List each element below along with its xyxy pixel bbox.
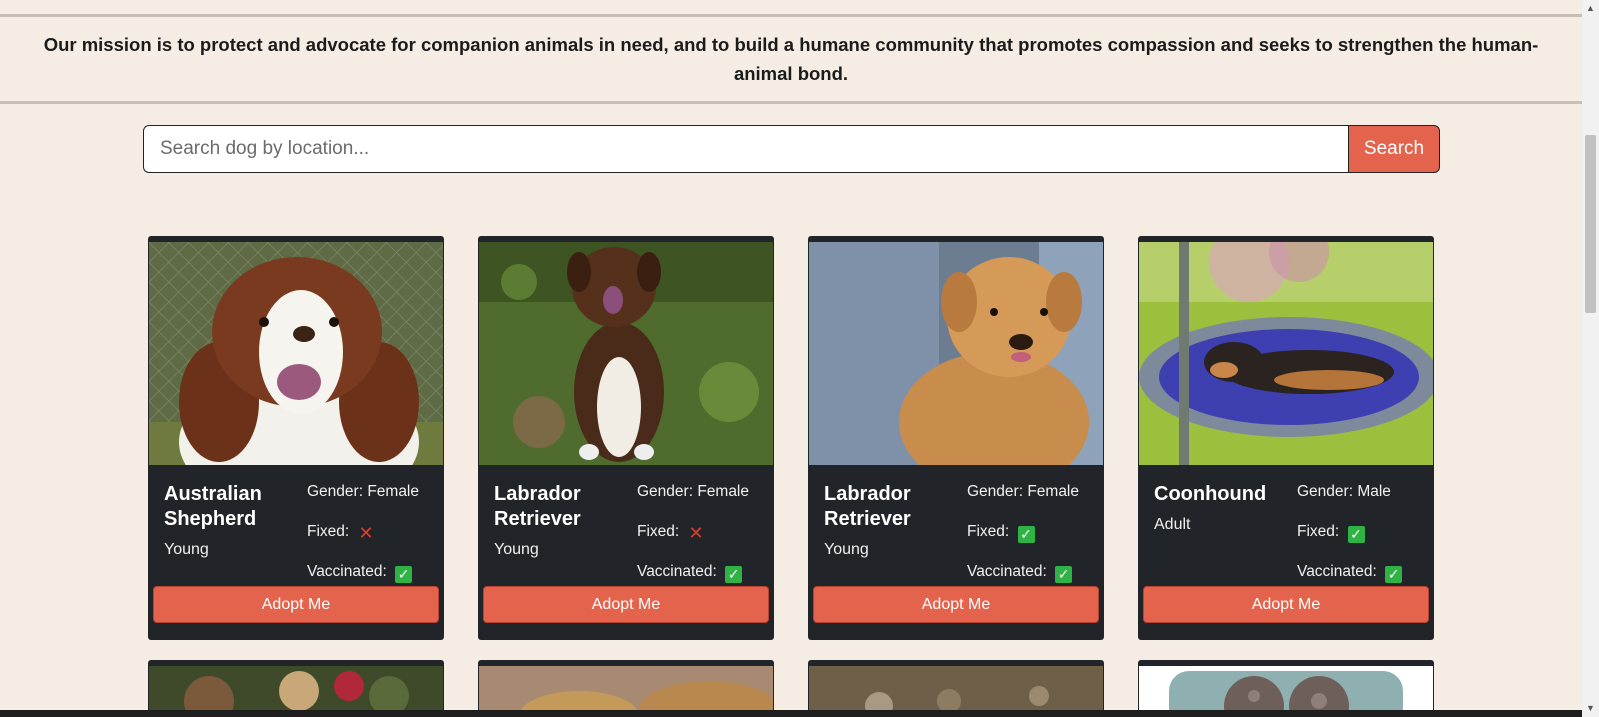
fixed-row: Fixed: ✓ xyxy=(967,522,1079,562)
adopt-me-button[interactable]: Adopt Me xyxy=(1143,586,1429,623)
dog-card: Labrador Retriever Young Gender: Female … xyxy=(808,236,1104,640)
dog-details: Gender: Female Fixed: ✕ Vaccinated: ✓ xyxy=(637,482,749,602)
dog-age: Young xyxy=(824,541,869,558)
cross-mark-icon: ✕ xyxy=(358,523,374,543)
search-input[interactable] xyxy=(143,125,1348,173)
dog-card xyxy=(808,660,1104,717)
dog-photo[interactable] xyxy=(809,242,1103,465)
check-mark-icon: ✓ xyxy=(1385,566,1403,583)
dog-card: Coonhound Adult Gender: Male Fixed: ✓ Va… xyxy=(1138,236,1434,640)
dog-age: Young xyxy=(494,541,539,558)
check-mark-icon: ✓ xyxy=(725,566,743,583)
gender-row: Gender: Female xyxy=(637,483,749,500)
adopt-me-button[interactable]: Adopt Me xyxy=(483,586,769,623)
dog-breed: Australian Shepherd Young xyxy=(164,482,294,560)
bottom-strip xyxy=(0,710,1582,717)
dog-info: Labrador Retriever Young Gender: Female … xyxy=(809,465,1103,583)
dog-details: Gender: Female Fixed: ✕ Vaccinated: ✓ xyxy=(307,482,419,602)
search-button[interactable]: Search xyxy=(1348,125,1440,173)
dog-photo[interactable] xyxy=(479,242,773,465)
dog-info: Australian Shepherd Young Gender: Female… xyxy=(149,465,443,583)
dog-breed: Labrador Retriever Young xyxy=(824,482,954,560)
dog-age: Young xyxy=(164,541,209,558)
dog-age: Adult xyxy=(1154,516,1191,533)
check-mark-icon: ✓ xyxy=(1055,566,1073,583)
check-mark-icon: ✓ xyxy=(395,566,413,583)
dog-details: Gender: Female Fixed: ✓ Vaccinated: ✓ xyxy=(967,482,1079,602)
dog-card xyxy=(148,660,444,717)
fixed-row: Fixed: ✓ xyxy=(1297,522,1402,562)
dog-breed: Labrador Retriever Young xyxy=(494,482,624,560)
cross-mark-icon: ✕ xyxy=(688,523,704,543)
dog-grid: Australian Shepherd Young Gender: Female… xyxy=(148,236,1434,717)
dog-details: Gender: Male Fixed: ✓ Vaccinated: ✓ xyxy=(1297,482,1403,602)
fixed-row: Fixed: ✕ xyxy=(637,523,704,543)
scroll-up-arrow-icon[interactable]: ▲ xyxy=(1582,0,1599,17)
gender-row: Gender: Male xyxy=(1297,483,1391,500)
fixed-row: Fixed: ✕ xyxy=(307,523,374,543)
dog-photo[interactable] xyxy=(1139,242,1433,465)
scroll-down-arrow-icon[interactable]: ▼ xyxy=(1582,700,1599,717)
check-mark-icon: ✓ xyxy=(1017,526,1035,543)
mission-statement: Our mission is to protect and advocate f… xyxy=(43,34,1539,84)
vertical-scrollbar[interactable]: ▲ ▼ xyxy=(1582,0,1599,717)
page: Our mission is to protect and advocate f… xyxy=(0,0,1582,717)
dog-card: Australian Shepherd Young Gender: Female… xyxy=(148,236,444,640)
mission-banner: Our mission is to protect and advocate f… xyxy=(0,14,1582,104)
scroll-thumb[interactable] xyxy=(1585,135,1596,313)
dog-card xyxy=(1138,660,1434,717)
dog-info: Labrador Retriever Young Gender: Female … xyxy=(479,465,773,583)
adopt-me-button[interactable]: Adopt Me xyxy=(813,586,1099,623)
search-bar: Search xyxy=(143,125,1440,173)
gender-row: Gender: Female xyxy=(307,483,419,500)
dog-card xyxy=(478,660,774,717)
gender-row: Gender: Female xyxy=(967,483,1079,500)
dog-breed: Coonhound Adult xyxy=(1154,482,1284,535)
dog-photo[interactable] xyxy=(149,242,443,465)
dog-card: Labrador Retriever Young Gender: Female … xyxy=(478,236,774,640)
dog-info: Coonhound Adult Gender: Male Fixed: ✓ Va… xyxy=(1139,465,1433,583)
adopt-me-button[interactable]: Adopt Me xyxy=(153,586,439,623)
check-mark-icon: ✓ xyxy=(1347,526,1365,543)
